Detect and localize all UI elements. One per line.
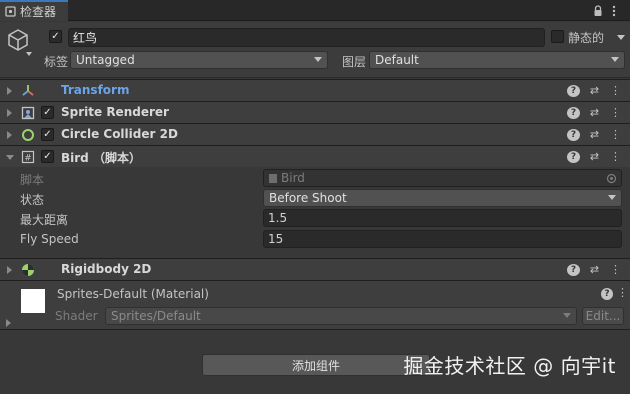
help-icon[interactable]: ? (567, 106, 580, 119)
state-dropdown[interactable]: Before Shoot (263, 189, 622, 207)
circle-collider-icon (22, 129, 34, 141)
max-distance-value: 1.5 (268, 211, 288, 225)
component-transform-header[interactable]: Transform ? ⇄ ⋮ (0, 79, 630, 101)
layer-dropdown[interactable]: Default (369, 51, 625, 69)
enabled-checkbox[interactable]: ✓ (41, 106, 54, 119)
material-section: Sprites-Default (Material) ? ⋮ Shader Sp… (0, 280, 630, 330)
enabled-checkbox[interactable]: ✓ (41, 128, 54, 141)
fly-speed-value: 15 (268, 232, 284, 246)
state-value: Before Shoot (269, 191, 347, 205)
fold-arrow-icon[interactable] (6, 155, 14, 160)
fly-speed-field[interactable]: 15 (263, 230, 622, 248)
component-title: Rigidbody 2D (61, 262, 152, 276)
preset-icon[interactable]: ⇄ (588, 84, 601, 97)
script-field: Bird (263, 169, 622, 187)
component-circle-collider-header[interactable]: ✓ Circle Collider 2D ? ⇄ ⋮ (0, 123, 630, 145)
rigidbody-icon (22, 264, 34, 276)
chevron-down-icon (608, 195, 616, 200)
kebab-menu-icon[interactable]: ⋮ (609, 150, 622, 163)
kebab-menu-icon[interactable]: ⋮ (609, 128, 622, 141)
material-title: Sprites-Default (Material) (57, 287, 209, 301)
property-row-state: 状态 Before Shoot (0, 188, 630, 208)
kebab-menu-icon[interactable]: ⋮ (609, 106, 622, 119)
help-icon[interactable]: ? (567, 150, 580, 163)
shader-dropdown: Sprites/Default (105, 307, 577, 325)
static-label: 静态的 (568, 31, 605, 45)
script-label: 脚本 (20, 173, 45, 187)
component-bird-header[interactable]: # ✓ Bird （脚本） ? ⇄ ⋮ (0, 145, 630, 167)
fold-arrow-icon[interactable] (7, 131, 12, 139)
fold-arrow-icon[interactable] (6, 319, 11, 327)
tab-bar: 检查器 (0, 0, 630, 21)
shader-value: Sprites/Default (111, 309, 201, 323)
gameobject-header: ✓ 红鸟 静态的 标签 Untagged 图层 Default (0, 22, 630, 78)
transform-icon (22, 85, 34, 96)
kebab-menu-icon[interactable]: ⋮ (617, 286, 628, 299)
add-component-label: 添加组件 (291, 358, 340, 373)
script-icon: # (21, 150, 35, 164)
property-row-max-distance: 最大距离 1.5 (0, 208, 630, 228)
component-rigidbody-header[interactable]: Rigidbody 2D ? ⇄ ⋮ (0, 258, 630, 280)
tab-title: 检查器 (20, 5, 57, 19)
object-name-field[interactable]: 红鸟 (68, 28, 545, 47)
script-file-icon (269, 173, 277, 183)
help-icon[interactable]: ? (567, 84, 580, 97)
help-icon[interactable]: ? (567, 128, 580, 141)
layer-value: Default (375, 53, 419, 67)
tag-label: 标签 (44, 55, 69, 69)
component-title: Sprite Renderer (61, 105, 169, 119)
property-row-fly-speed: Fly Speed 15 (0, 229, 630, 249)
object-picker-icon (606, 173, 617, 184)
active-checkbox[interactable]: ✓ (49, 30, 62, 43)
tag-value: Untagged (76, 53, 135, 67)
enabled-checkbox[interactable]: ✓ (41, 150, 54, 163)
state-label: 状态 (20, 193, 45, 207)
tab-inspector[interactable]: 检查器 (0, 0, 68, 21)
watermark: 掘金技术社区 @ 向宇it (403, 354, 616, 378)
static-checkbox[interactable] (551, 30, 564, 43)
script-value: Bird (281, 171, 305, 185)
component-title: Circle Collider 2D (61, 127, 178, 141)
max-distance-label: 最大距离 (20, 213, 69, 227)
preset-icon[interactable]: ⇄ (588, 106, 601, 119)
property-row-script: 脚本 Bird (0, 168, 630, 188)
kebab-menu-icon[interactable]: ⋮ (609, 263, 622, 276)
component-sprite-renderer-header[interactable]: ✓ Sprite Renderer ? ⇄ ⋮ (0, 101, 630, 123)
tag-dropdown[interactable]: Untagged (70, 51, 328, 69)
shader-label: Shader (55, 309, 98, 323)
layer-label: 图层 (342, 55, 367, 69)
edit-shader-button: Edit... (582, 307, 624, 325)
gameobject-cube-icon[interactable] (6, 28, 30, 52)
fly-speed-label: Fly Speed (20, 232, 79, 246)
sprite-renderer-icon (21, 106, 35, 120)
help-icon[interactable]: ? (601, 288, 613, 300)
component-title: Bird （脚本） (61, 151, 141, 165)
chevron-down-icon (314, 57, 322, 62)
kebab-menu-icon[interactable]: ⋮ (609, 84, 622, 97)
help-icon[interactable]: ? (567, 263, 580, 276)
fold-arrow-icon[interactable] (7, 266, 12, 274)
preset-icon[interactable]: ⇄ (588, 150, 601, 163)
fold-arrow-icon[interactable] (7, 109, 12, 117)
kebab-menu-icon[interactable] (612, 5, 616, 17)
svg-text:#: # (24, 154, 32, 164)
max-distance-field[interactable]: 1.5 (263, 209, 622, 227)
fold-arrow-icon[interactable] (7, 87, 12, 95)
add-component-button[interactable]: 添加组件 (202, 354, 430, 376)
icon-dropdown-arrow[interactable] (26, 52, 32, 56)
component-title: Transform (61, 83, 130, 97)
lock-icon[interactable] (593, 5, 603, 17)
material-preview (21, 289, 45, 313)
chevron-down-icon (563, 313, 571, 318)
preset-icon[interactable]: ⇄ (588, 128, 601, 141)
object-name-text: 红鸟 (73, 31, 98, 45)
edit-label: Edit... (585, 309, 621, 323)
chevron-down-icon (611, 57, 619, 62)
static-dropdown-arrow[interactable] (617, 35, 625, 40)
preset-icon[interactable]: ⇄ (588, 263, 601, 276)
inspector-icon (5, 6, 16, 17)
